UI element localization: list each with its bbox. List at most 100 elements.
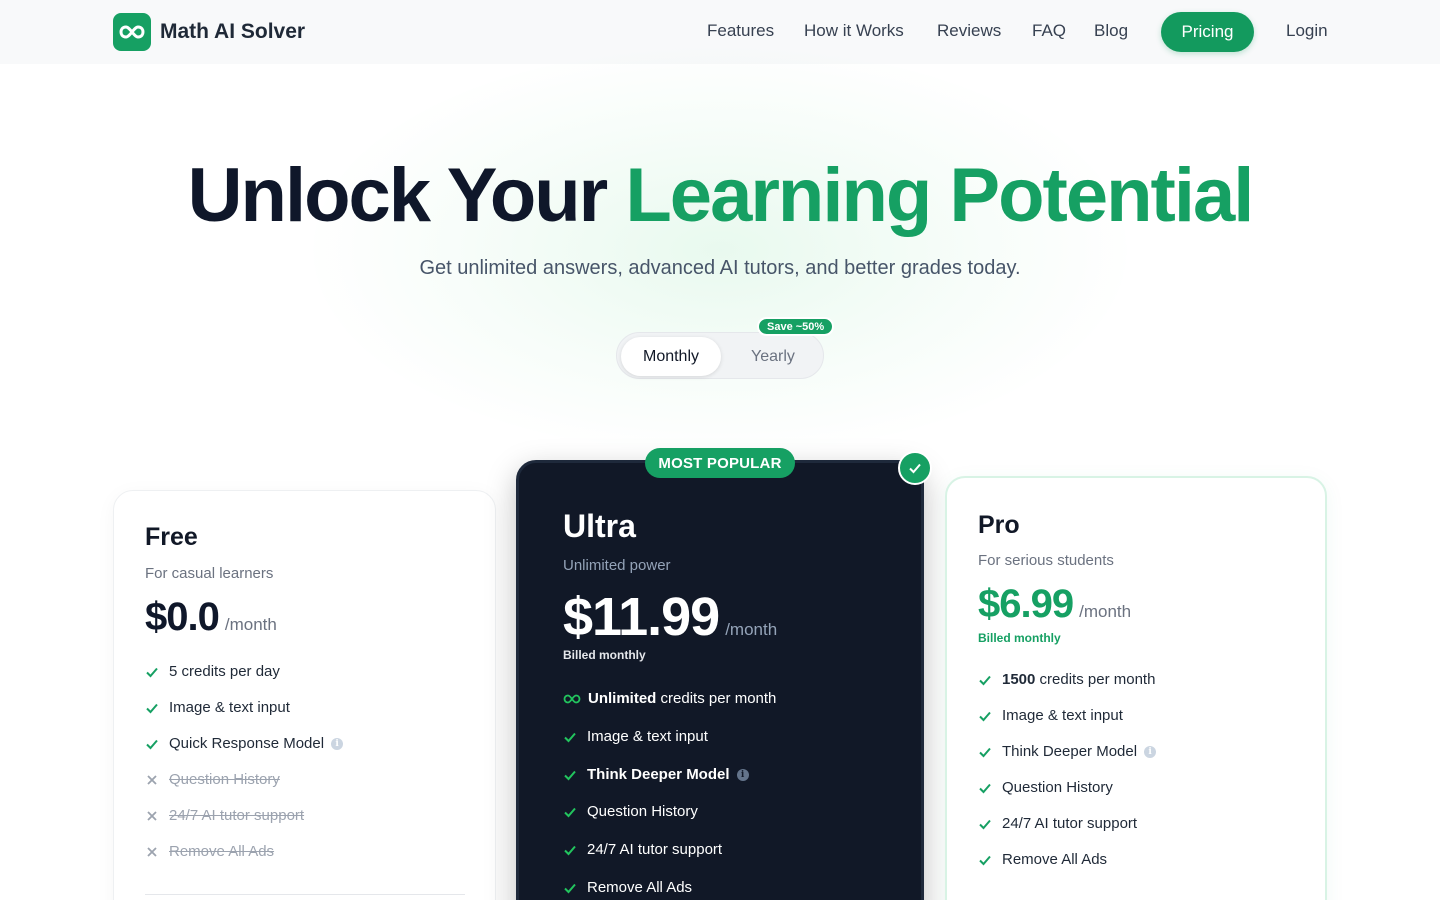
check-icon [978,817,992,831]
feature-text: Remove All Ads [1002,851,1108,868]
plan-card-ultra[interactable]: Ultra Unlimited power $11.99 /month Bill… [516,460,924,900]
feature-bold: 1500 [1002,671,1036,688]
feature-item: Remove All Ads [978,851,1107,868]
check-icon [563,881,577,895]
plan-desc: For serious students [978,552,1114,569]
plan-period: /month [1079,602,1132,621]
feature-text: credits per month [656,690,777,707]
check-icon [978,853,992,867]
check-icon [145,701,159,715]
plan-name: Ultra [563,508,636,544]
price-row: $0.0 /month [145,595,277,640]
feature-item: Remove All Ads [145,843,274,860]
x-icon [145,809,159,823]
plan-desc: For casual learners [145,565,274,582]
toggle-monthly[interactable]: Monthly [621,337,721,376]
plan-name: Free [145,523,198,551]
feature-item: Unlimited credits per month [563,690,776,707]
billed-note: Billed monthly [563,648,646,662]
feature-text: Image & text input [587,728,708,745]
nav-link-faq[interactable]: FAQ [1032,21,1066,41]
feature-text: Remove All Ads [587,879,693,896]
nav-pricing-button[interactable]: Pricing [1161,12,1254,52]
toggle-yearly[interactable]: Yearly [727,337,819,376]
check-icon [563,843,577,857]
price-row: $6.99 /month [978,582,1131,627]
check-icon [563,805,577,819]
billing-toggle: Monthly Yearly [616,332,824,379]
hero-subtitle: Get unlimited answers, advanced AI tutor… [419,257,1021,279]
feature-item: Question History [145,771,280,788]
feature-text: Remove All Ads [169,843,275,860]
check-icon [563,730,577,744]
plan-price: $6.99 [978,582,1074,626]
plan-card-pro[interactable]: Pro For serious students $6.99 /month Bi… [945,476,1327,900]
feature-item: Image & text input [978,707,1123,724]
feature-text: Image & text input [169,699,290,716]
feature-item: Think Deeper Model i [978,743,1157,760]
info-icon[interactable]: i [736,768,749,781]
feature-item: Image & text input [145,699,290,716]
feature-bold: Unlimited [588,690,657,707]
check-icon [145,665,159,679]
feature-text: 5 credits per day [169,663,280,680]
feature-item: Remove All Ads [563,879,692,896]
hero-title-accent: Learning Potential [625,153,1254,238]
feature-text: Question History [1002,779,1113,796]
hero-title: Unlock Your Learning Potential [0,152,1440,239]
hero-title-dark: Unlock Your [187,153,609,238]
feature-text: 24/7 AI tutor support [169,807,305,824]
feature-item: Quick Response Model i [145,735,344,752]
info-icon[interactable]: i [331,737,344,750]
check-icon [978,745,992,759]
divider [145,894,465,895]
x-icon [145,773,159,787]
feature-item: Question History [978,779,1113,796]
feature-text: 24/7 AI tutor support [1002,815,1138,832]
feature-item: Think Deeper Model i [563,766,749,783]
hero-glow [300,40,1140,460]
feature-item: 5 credits per day [145,663,280,680]
nav-links: Features How it Works Reviews FAQ Blog P… [0,0,1440,64]
plan-card-free[interactable]: Free For casual learners $0.0 /month 5 c… [113,490,496,900]
check-icon [563,768,577,782]
nav-link-features[interactable]: Features [707,21,774,41]
check-icon [978,781,992,795]
feature-text: Question History [169,771,280,788]
nav-link-how-it-works[interactable]: How it Works [804,21,904,41]
feature-text: credits per month [1035,671,1156,688]
info-icon[interactable]: i [1144,745,1157,758]
x-icon [145,845,159,859]
most-popular-badge: MOST POPULAR [645,448,795,478]
plan-desc: Unlimited power [563,557,671,574]
plan-name: Pro [978,511,1020,539]
check-icon [145,737,159,751]
plan-period: /month [725,620,778,639]
nav-link-reviews[interactable]: Reviews [937,21,1001,41]
feature-item: 1500 credits per month [978,671,1155,688]
selected-check-icon [898,451,932,485]
billed-note: Billed monthly [978,631,1061,645]
feature-text: Quick Response Model [169,735,325,752]
feature-text: Think Deeper Model [1002,743,1138,760]
feature-item: Image & text input [563,728,708,745]
feature-item: 24/7 AI tutor support [145,807,304,824]
top-navbar: Math AI Solver Features How it Works Rev… [0,0,1440,64]
plan-price: $11.99 [563,587,720,647]
check-icon [978,673,992,687]
price-row: $11.99 /month [563,586,777,648]
feature-bold: Think Deeper Model [587,766,730,783]
feature-item: 24/7 AI tutor support [563,841,722,858]
plan-period: /month [224,615,277,634]
feature-text: 24/7 AI tutor support [587,841,723,858]
feature-item: 24/7 AI tutor support [978,815,1137,832]
feature-text: Question History [587,803,698,820]
save-badge: Save ~50% [757,317,835,336]
login-link[interactable]: Login [1286,21,1328,41]
feature-item: Question History [563,803,698,820]
nav-link-blog[interactable]: Blog [1094,21,1128,41]
check-icon [978,709,992,723]
plan-price: $0.0 [145,595,220,639]
infinity-icon [563,692,581,706]
feature-text: Image & text input [1002,707,1123,724]
